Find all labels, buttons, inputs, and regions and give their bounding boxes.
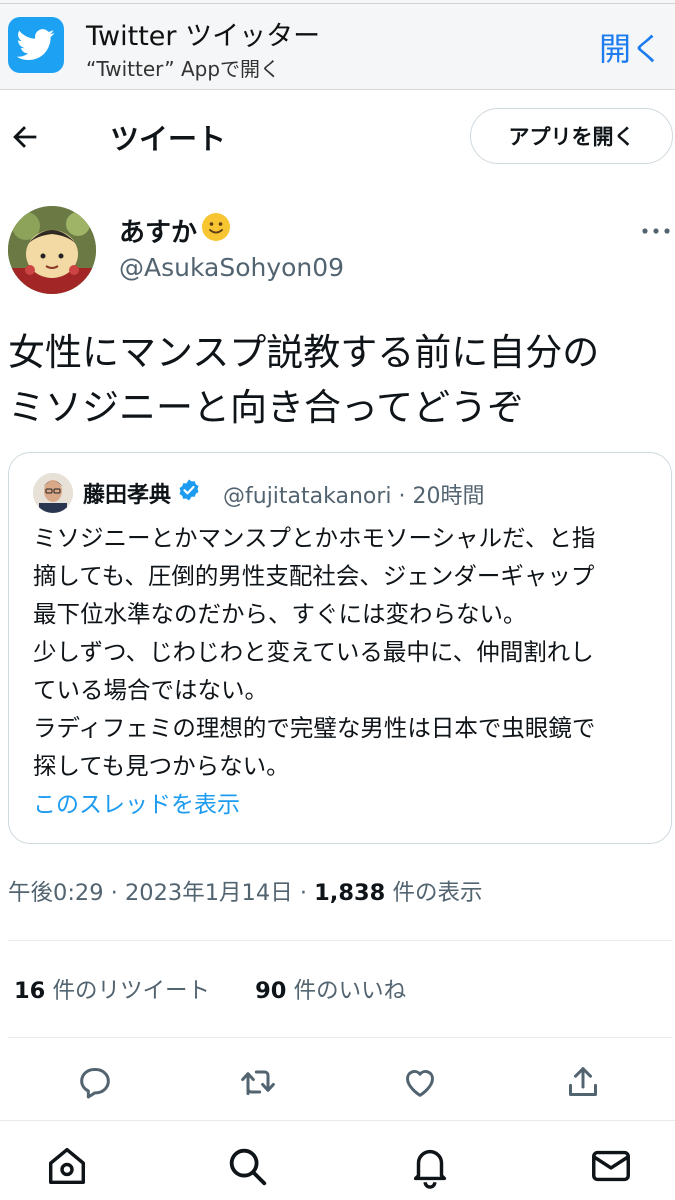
search-icon[interactable]: [224, 1143, 270, 1189]
tweet-text: 女性にマンスプ説教する前に自分の ミソジニーと向き合ってどうぞ: [8, 331, 600, 429]
bottom-navigation: [0, 1120, 675, 1200]
open-app-button[interactable]: アプリを開く: [470, 108, 673, 164]
more-horizontal-icon[interactable]: [640, 222, 672, 240]
tweet-header: ツイート アプリを開く: [0, 92, 675, 180]
views-count: 1,838: [314, 880, 386, 906]
banner-app-title: Twitter ツイッター: [86, 21, 321, 52]
likes-label: 件のいいね: [286, 978, 407, 1004]
likes-count: 90: [255, 978, 287, 1004]
like-icon[interactable]: [400, 1062, 440, 1102]
messages-icon[interactable]: [588, 1143, 634, 1189]
quoted-author-name: 藤田孝典: [83, 477, 201, 509]
banner-open-button[interactable]: 開く: [599, 24, 663, 70]
retweets-stat[interactable]: 16 件のリツイート: [14, 978, 210, 1004]
likes-stat[interactable]: 90 件のいいね: [255, 978, 406, 1004]
verified-badge-icon: [177, 478, 201, 508]
author-name[interactable]: あすか: [119, 212, 231, 249]
tweet-stats: 16 件のリツイート 90 件のいいね: [14, 973, 444, 1005]
tweet-timestamp[interactable]: 午後0:29 · 2023年1月14日 ·: [8, 880, 314, 906]
home-icon[interactable]: [44, 1143, 90, 1189]
retweets-label: 件のリツイート: [45, 978, 210, 1004]
tweet-action-bar: [0, 1058, 675, 1106]
avatar[interactable]: [8, 206, 96, 294]
author-name-text: あすか: [119, 218, 198, 248]
show-thread-link[interactable]: このスレッドを表示: [33, 785, 240, 819]
retweet-icon[interactable]: [238, 1062, 278, 1102]
views-label: 件の表示: [385, 880, 483, 906]
divider: [8, 940, 672, 941]
quoted-tweet-card[interactable]: 藤田孝典 @fujitatakanori · 20時間 ミソジニーとかマンスプと…: [8, 452, 672, 844]
quoted-author-name-text: 藤田孝典: [83, 483, 172, 508]
divider: [8, 1037, 672, 1038]
quoted-tweet-text: ミソジニーとかマンスプとかホモソーシャルだ、と指 摘しても、圧倒的男性支配社会、…: [33, 524, 596, 780]
quoted-avatar: [33, 473, 73, 513]
page-title: ツイート: [110, 122, 227, 156]
tweet-meta: 午後0:29 · 2023年1月14日 · 1,838 件の表示: [8, 875, 482, 907]
app-banner: Twitter ツイッター “Twitter” Appで開く 開く: [0, 0, 675, 90]
retweets-count: 16: [14, 978, 46, 1004]
share-icon[interactable]: [563, 1062, 603, 1102]
smiling-face-emoji-icon: [201, 212, 231, 249]
author-handle[interactable]: @AsukaSohyon09: [119, 253, 344, 282]
notifications-icon[interactable]: [407, 1143, 453, 1189]
quoted-handle-time: @fujitatakanori · 20時間: [223, 484, 485, 509]
banner-top-divider: [0, 3, 675, 4]
arrow-left-icon[interactable]: [8, 120, 42, 154]
banner-app-subtitle: “Twitter” Appで開く: [86, 57, 281, 81]
reply-icon[interactable]: [75, 1062, 115, 1102]
twitter-bird-icon[interactable]: [8, 17, 64, 73]
